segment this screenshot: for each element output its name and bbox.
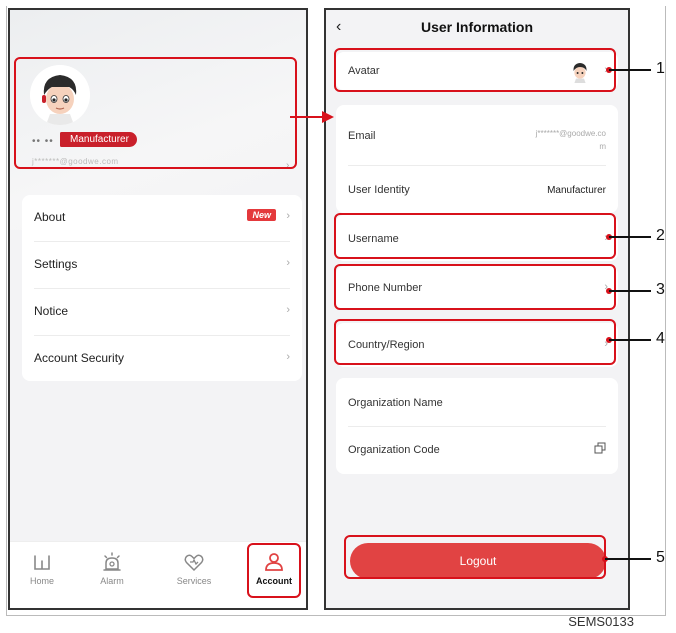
chevron-right-icon[interactable]: › — [286, 160, 289, 171]
tab-label: Services — [176, 576, 212, 586]
services-icon — [184, 554, 204, 572]
phone-number-row[interactable]: Phone Number › — [336, 266, 618, 310]
tab-account[interactable]: Account — [244, 550, 304, 586]
logout-button[interactable]: Logout — [350, 543, 606, 579]
callout-line — [609, 290, 651, 292]
chevron-right-icon: › — [286, 210, 290, 222]
callout-number: 1 — [656, 60, 665, 77]
menu-item-account-security[interactable]: Account Security › — [22, 336, 302, 383]
row-label: Avatar — [348, 65, 380, 77]
username-row[interactable]: Username › — [336, 215, 618, 261]
copy-icon[interactable] — [594, 442, 606, 454]
avatar[interactable] — [30, 65, 90, 125]
menu-item-label: Notice — [34, 304, 69, 318]
alarm-icon — [103, 552, 121, 571]
page-title: User Information — [420, 19, 533, 35]
tab-label: Alarm — [100, 576, 124, 586]
tab-label: Account — [256, 576, 292, 586]
email-label: Email — [348, 130, 376, 142]
account-menu: About New › Settings › Notice › Account … — [22, 195, 302, 381]
avatar-cartoon-icon — [573, 63, 587, 83]
tab-services[interactable]: Services — [164, 550, 224, 586]
organization-card: Organization Name Organization Code — [336, 378, 618, 474]
row-label: Username — [348, 233, 399, 245]
account-screen: •• •• Manufacturer j*******@goodwe.com ›… — [8, 8, 308, 610]
email-value: j*******@goodwe.co m — [535, 129, 606, 151]
callout-number: 3 — [656, 281, 665, 298]
user-identity-label: User Identity — [348, 184, 410, 196]
menu-item-label: Settings — [34, 257, 78, 271]
callout-line — [609, 236, 651, 238]
role-badge: Manufacturer — [60, 132, 137, 147]
menu-item-label: Account Security — [34, 351, 125, 365]
avatar-row[interactable]: Avatar › — [336, 52, 618, 90]
callout-line — [609, 339, 651, 341]
menu-item-settings[interactable]: Settings › — [22, 242, 302, 289]
row-label: Phone Number — [348, 282, 422, 294]
account-info-card: Email j*******@goodwe.co m User Identity… — [336, 105, 618, 213]
profile-name: •• •• — [32, 136, 54, 147]
profile-email: j*******@goodwe.com — [32, 157, 119, 166]
chevron-right-icon: › — [286, 304, 290, 316]
home-icon — [34, 555, 50, 570]
chevron-right-icon: › — [286, 257, 290, 269]
callout-line — [605, 558, 651, 560]
tab-home[interactable]: Home — [12, 550, 72, 586]
avatar-cartoon-icon — [30, 65, 90, 125]
organization-name-label: Organization Name — [348, 397, 443, 409]
organization-code-label: Organization Code — [348, 444, 440, 456]
menu-item-label: About — [34, 210, 66, 224]
new-badge: New — [247, 209, 276, 221]
tab-label: Home — [29, 576, 54, 586]
menu-item-notice[interactable]: Notice › — [22, 289, 302, 336]
user-information-screen: ‹ User Information Avatar › Email j*****… — [324, 8, 630, 610]
callout-number: 4 — [656, 330, 665, 347]
menu-item-about[interactable]: About New › — [22, 195, 302, 242]
arrow-right-icon — [290, 111, 334, 123]
divider — [348, 165, 606, 166]
divider — [348, 426, 606, 427]
tab-alarm[interactable]: Alarm — [82, 550, 142, 586]
callout-number: 2 — [656, 227, 665, 244]
callout-line — [609, 69, 651, 71]
chevron-right-icon: › — [286, 351, 290, 363]
row-label: Country/Region — [348, 339, 425, 351]
account-icon — [265, 553, 283, 571]
figure-caption: SEMS0133 — [568, 614, 634, 629]
country-region-row[interactable]: Country/Region › — [336, 323, 618, 367]
callout-number: 5 — [656, 549, 665, 566]
user-identity-value: Manufacturer — [547, 185, 606, 196]
bottom-tab-bar: Home Alarm Services Account — [10, 541, 306, 608]
